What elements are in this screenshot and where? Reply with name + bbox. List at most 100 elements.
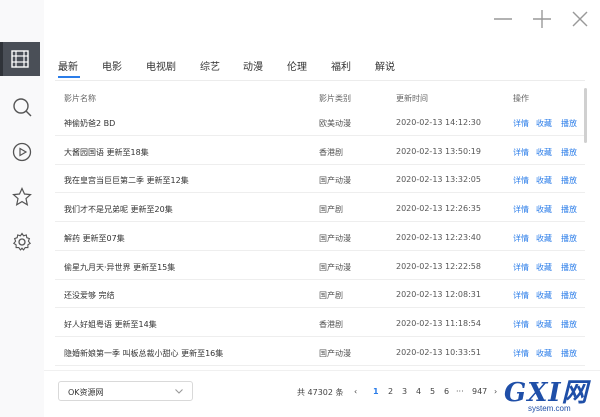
tab-ethics[interactable]: 伦理 [287,58,307,73]
play-button[interactable]: 播放 [561,204,577,215]
tab-commentary[interactable]: 解说 [375,58,395,73]
video-type: 欧美动漫 [319,119,351,128]
play-button[interactable]: 播放 [561,348,577,359]
table-row: 偷星九月天·异世界 更新至15集 国产动漫 2020-02-13 12:22:58 详… [55,252,585,280]
tabs-divider [55,80,585,81]
page-1[interactable]: 1 [373,387,379,396]
update-time: 2020-02-13 12:22:58 [396,261,481,271]
sidebar-item-settings[interactable] [4,225,40,259]
detail-button[interactable]: 详情 [513,118,529,129]
video-type: 香港剧 [319,147,343,157]
scrollbar[interactable] [584,88,587,143]
table-row: 我在皇宫当巨巨第二季 更新至12集 国产动漫 2020-02-13 13:32:05… [55,165,585,194]
detail-button[interactable]: 详情 [513,319,529,330]
update-time: 2020-02-13 14:12:30 [396,118,481,127]
sidebar-item-favorites[interactable] [4,180,40,214]
video-type: 国产动漫 [319,348,351,358]
close-button[interactable] [569,8,591,30]
update-time: 2020-02-13 10:33:51 [396,347,481,357]
page-3[interactable]: 3 [402,387,407,396]
sidebar-item-library[interactable] [0,42,40,76]
play-button[interactable]: 播放 [561,290,577,301]
video-name[interactable]: 神偷奶爸2 BD [64,118,115,129]
video-type: 国产动漫 [319,262,351,272]
source-select[interactable]: OK资源网 [58,381,193,401]
update-time: 2020-02-13 11:18:54 [396,318,481,328]
sidebar-item-search[interactable] [4,90,40,124]
favorite-button[interactable]: 收藏 [536,147,552,158]
gear-icon [12,232,32,251]
maximize-button[interactable] [531,8,553,30]
detail-button[interactable]: 详情 [513,348,529,359]
sidebar [0,0,44,417]
video-type: 国产剧 [319,291,343,301]
video-type: 国产动漫 [319,176,351,186]
watermark-logo: GXI网 system.com [498,370,600,417]
video-name[interactable]: 偷星九月天·异世界 更新至15集 [64,262,175,273]
favorite-button[interactable]: 收藏 [536,262,552,273]
header-action: 操作 [513,94,529,103]
detail-button[interactable]: 详情 [513,262,529,273]
page-4[interactable]: 4 [416,387,421,396]
tab-anime[interactable]: 动漫 [243,58,263,73]
page-ellipsis[interactable]: ··· [456,387,464,396]
update-time: 2020-02-13 13:50:19 [396,146,481,156]
video-name[interactable]: 隐婚新娘第一季 叫板总裁小甜心 更新至16集 [64,348,223,359]
table-row: 解药 更新至07集 国产动漫 2020-02-13 12:23:40 详情 收藏 播放 [55,223,585,251]
video-name[interactable]: 还没爱够 完结 [64,290,115,301]
table-row: 还没爱够 完结 国产剧 2020-02-13 12:08:31 详情 收藏 播放 [55,280,585,309]
tab-tv-series[interactable]: 电视剧 [146,58,176,73]
favorite-button[interactable]: 收藏 [536,290,552,301]
minimize-icon [494,18,512,20]
page-last[interactable]: 947 [472,387,487,396]
tab-movies[interactable]: 电影 [102,58,122,73]
chevron-down-icon [175,389,183,394]
favorite-button[interactable]: 收藏 [536,319,552,330]
play-button[interactable]: 播放 [561,233,577,244]
page-5[interactable]: 5 [430,387,435,396]
favorite-button[interactable]: 收藏 [536,204,552,215]
table-header: 影片名称 影片类别 更新时间 操作 [55,88,585,108]
active-tab-indicator [58,76,80,78]
video-type: 国产动漫 [319,233,351,243]
star-icon [12,187,32,207]
sidebar-item-play[interactable] [4,135,40,169]
video-name[interactable]: 我在皇宫当巨巨第二季 更新至12集 [64,175,189,186]
favorite-button[interactable]: 收藏 [536,175,552,186]
play-button[interactable]: 播放 [561,118,577,129]
next-page-button[interactable]: › [494,387,497,396]
play-button[interactable]: 播放 [561,262,577,273]
favorite-button[interactable]: 收藏 [536,233,552,244]
page-6[interactable]: 6 [444,387,449,396]
update-time: 2020-02-13 12:26:35 [396,204,481,214]
play-button[interactable]: 播放 [561,319,577,330]
play-button[interactable]: 播放 [561,175,577,186]
detail-button[interactable]: 详情 [513,147,529,158]
detail-button[interactable]: 详情 [513,175,529,186]
detail-button[interactable]: 详情 [513,204,529,215]
video-name[interactable]: 我们才不是兄弟呢 更新至20集 [64,204,173,215]
table-row: 我们才不是兄弟呢 更新至20集 国产剧 2020-02-13 12:26:35 详情收… [55,194,585,223]
update-time: 2020-02-13 12:08:31 [396,290,481,300]
page-2[interactable]: 2 [388,387,393,396]
tab-variety[interactable]: 综艺 [200,58,220,73]
favorite-button[interactable]: 收藏 [536,118,552,129]
video-name[interactable]: 大酱园国语 更新至18集 [64,147,149,158]
video-name[interactable]: 解药 更新至07集 [64,233,125,244]
play-button[interactable]: 播放 [561,147,577,158]
favorite-button[interactable]: 收藏 [536,348,552,359]
minimize-button[interactable] [492,8,514,30]
source-select-value: OK资源网 [68,388,104,397]
detail-button[interactable]: 详情 [513,233,529,244]
header-time: 更新时间 [396,94,428,103]
detail-button[interactable]: 详情 [513,290,529,301]
close-icon [572,11,588,27]
tab-latest[interactable]: 最新 [58,58,78,73]
table-row: 大酱园国语 更新至18集 香港剧 2020-02-13 13:50:19 详情 收藏 播放 [55,137,585,165]
prev-page-button[interactable]: ‹ [354,387,357,396]
video-name[interactable]: 好人好姐粤语 更新至14集 [64,319,157,330]
tab-welfare[interactable]: 福利 [331,58,351,73]
video-type: 国产剧 [319,205,343,215]
table-row: 隐婚新娘第一季 叫板总裁小甜心 更新至16集 国产动漫 2020-02-13 10:… [55,338,585,366]
play-circle-icon [12,142,32,162]
